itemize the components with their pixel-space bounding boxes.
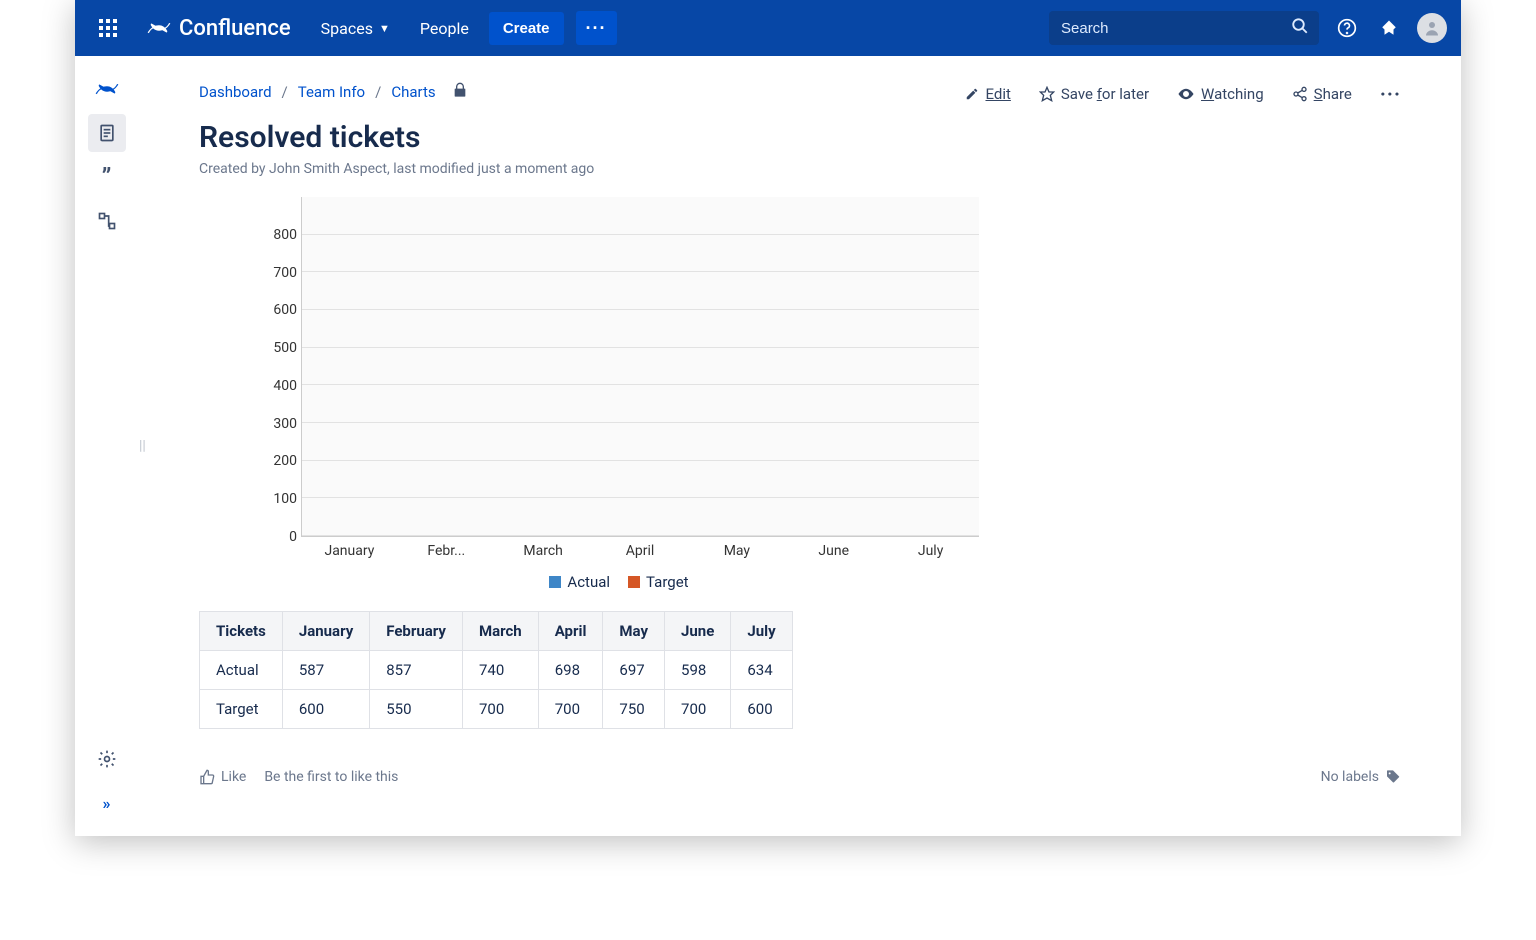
rail-blog[interactable]: ” — [88, 158, 126, 196]
table-row: Target600550700700750700600 — [200, 690, 793, 729]
topbar: Confluence Spaces▼ People Create ··· — [75, 0, 1461, 56]
profile-avatar[interactable] — [1417, 13, 1447, 43]
page-meta: Created by John Smith Aspect, last modif… — [199, 161, 1401, 177]
help-button[interactable] — [1333, 14, 1361, 42]
help-icon — [1337, 18, 1357, 38]
search-box[interactable] — [1049, 11, 1319, 45]
eye-icon — [1177, 85, 1195, 103]
rail-settings[interactable] — [88, 740, 126, 778]
brand-label: Confluence — [179, 16, 291, 41]
watching-button[interactable]: Watching — [1177, 85, 1264, 103]
nav-people[interactable]: People — [410, 0, 479, 56]
confluence-icon — [95, 77, 119, 101]
edit-button[interactable]: Edit — [965, 85, 1010, 103]
chart-legend: Actual Target — [259, 573, 979, 591]
notifications-button[interactable] — [1375, 14, 1403, 42]
tag-icon — [1385, 769, 1401, 785]
data-table: TicketsJanuaryFebruaryMarchAprilMayJuneJ… — [199, 611, 793, 729]
breadcrumb: Dashboard / Team Info / Charts — [199, 82, 468, 102]
restrictions-icon[interactable] — [452, 82, 468, 102]
more-actions-button[interactable]: ··· — [1380, 82, 1401, 106]
expand-icon: » — [103, 794, 111, 813]
thumb-up-icon — [199, 769, 215, 785]
rail-pages[interactable] — [88, 114, 126, 152]
search-icon — [1291, 17, 1309, 39]
chart: 0100200300400500600700800 JanuaryFebr...… — [259, 197, 979, 591]
quote-icon: ” — [102, 163, 112, 191]
tree-icon — [97, 211, 117, 231]
sidebar-rail: ” » — [75, 56, 139, 836]
breadcrumb-dashboard[interactable]: Dashboard — [199, 83, 272, 101]
breadcrumb-charts[interactable]: Charts — [391, 83, 435, 101]
search-input[interactable] — [1059, 19, 1291, 38]
create-button[interactable]: Create — [489, 12, 564, 45]
legend-actual: Actual — [549, 573, 610, 591]
rail-tree[interactable] — [88, 202, 126, 240]
page-title: Resolved tickets — [199, 120, 1401, 155]
page-actions: Edit Save for later Watching Share ··· — [965, 82, 1401, 106]
brand[interactable]: Confluence — [137, 0, 301, 56]
breadcrumb-team-info[interactable]: Team Info — [298, 83, 365, 101]
labels-section[interactable]: No labels — [1321, 769, 1401, 785]
chart-xaxis: JanuaryFebr...MarchAprilMayJuneJuly — [301, 537, 979, 559]
star-icon — [1039, 86, 1055, 102]
gear-icon — [97, 749, 117, 769]
chevron-down-icon: ▼ — [379, 22, 390, 35]
page-icon — [97, 123, 117, 143]
be-first-text: Be the first to like this — [264, 769, 398, 785]
share-icon — [1292, 86, 1308, 102]
person-icon — [1423, 19, 1441, 37]
create-more-button[interactable]: ··· — [576, 11, 617, 45]
chart-yaxis: 0100200300400500600700800 — [259, 197, 301, 537]
table-row: Actual587857740698697598634 — [200, 651, 793, 690]
pencil-icon — [965, 87, 979, 101]
confluence-logo-icon — [147, 16, 171, 40]
space-logo[interactable] — [88, 70, 126, 108]
apps-icon — [99, 19, 117, 37]
save-for-later-button[interactable]: Save for later — [1039, 85, 1149, 103]
page-footer: Like Be the first to like this No labels — [199, 769, 1401, 785]
legend-target: Target — [628, 573, 689, 591]
rail-expand[interactable]: » — [88, 784, 126, 822]
notification-icon — [1380, 19, 1398, 37]
share-button[interactable]: Share — [1292, 85, 1352, 103]
sidebar-resize-handle[interactable]: || — [139, 438, 146, 454]
like-button[interactable]: Like — [199, 769, 246, 785]
main-content: Dashboard / Team Info / Charts Edit — [139, 56, 1461, 836]
apps-switcher[interactable] — [89, 0, 127, 56]
chart-plot — [301, 197, 979, 537]
nav-spaces[interactable]: Spaces▼ — [311, 0, 400, 56]
